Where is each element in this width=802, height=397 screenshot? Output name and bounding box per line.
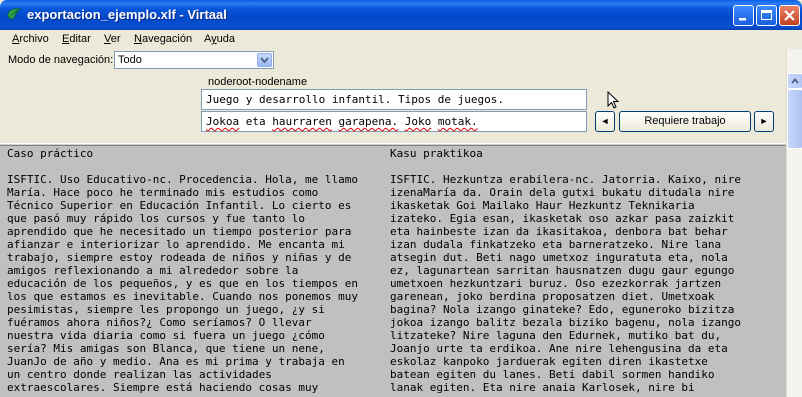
source-text-box[interactable]: Juego y desarrollo infantil. Tipos de ju… [201, 89, 587, 110]
minimize-button[interactable] [733, 5, 754, 26]
menu-navegacion[interactable]: Navegación [134, 33, 192, 45]
text-line: educación de los pequeños, y es que en l… [7, 277, 358, 290]
text-line: pesimistas, siempre les propongo un jueg… [7, 303, 325, 316]
menu-ver-rest: er [110, 33, 121, 45]
text-line: eskolaz kanpoko jarduerak egiten diren i… [390, 355, 708, 368]
text-line: ez, lagunartean sarritan hausnatzen dugu… [390, 264, 735, 277]
text-line: un centro donde realizan las actividades [7, 368, 272, 381]
target-text: Jokoa eta haurraren garapena. Joko motak… [206, 115, 478, 128]
menu-bar: Archivo Editar Ver Navegación Ayuda [0, 30, 802, 49]
text-line: eta hainbeste izan da ikasitakoa, denbor… [390, 225, 728, 238]
maximize-icon [761, 10, 772, 20]
text-line: izateko. Egia esan, ikasketak oso azkar … [390, 212, 735, 225]
text-line: batean egiten du lanes. Beti dabil sorme… [390, 368, 715, 381]
virtaal-app-icon[interactable] [6, 6, 22, 22]
menu-editar-rest: ditar [69, 33, 91, 45]
target-word: Jokoa [206, 115, 240, 128]
target-column: Kasu praktikoa ISFTIC. Hezkuntza erabile… [390, 146, 741, 394]
navigation-mode-label: Modo de navegación: [8, 54, 114, 66]
source-column: Caso práctico ISFTIC. Uso Educativo-nc. … [7, 146, 358, 394]
text-line: jokoa izango balitz bezala biziko bagenu… [390, 316, 741, 329]
menu-archivo[interactable]: Archivo [12, 33, 49, 45]
text-line: umetxoen hezkuntzari buruz. Oso ezezkorr… [390, 277, 722, 290]
minimize-icon [739, 18, 746, 21]
target-word: eta [245, 115, 266, 128]
requires-work-label: Requiere trabajo [644, 115, 726, 127]
source-header: Caso práctico [7, 147, 94, 160]
window-title: exportacion_ejemplo.xlf - Virtaal [27, 7, 227, 22]
text-line: ikasketak Goi Mailako Haur Hezkuntz Tekn… [390, 199, 695, 212]
text-line: que pasó muy rápido los cursos y fue tan… [7, 212, 306, 225]
text-line: lanak egiten. Eta nire anaia Karlosek, n… [390, 381, 695, 394]
text-line: izan dudala finkatzeko eta barneratzeko.… [390, 238, 722, 251]
text-line: nuestra vida diaria como si fuera un jue… [7, 329, 325, 342]
menu-ayuda-rest: uda [216, 33, 235, 45]
menu-editar[interactable]: Editar [62, 33, 91, 45]
chevron-up-icon [791, 78, 799, 84]
menu-archivo-rest: rchivo [19, 33, 49, 45]
menu-ayuda[interactable]: Ayuda [204, 33, 235, 45]
text-line: fuéramos ahora niños?¿ Como seríamos? O … [7, 316, 312, 329]
navigation-mode-select[interactable]: Todo [114, 51, 274, 69]
close-icon [784, 10, 795, 21]
text-line: aprendido que he necesitado un tiempo po… [7, 225, 352, 238]
text-line: garenean, joko berdina proposatzen diet.… [390, 290, 715, 303]
scroll-up-button[interactable] [787, 73, 802, 89]
target-text-input[interactable]: Jokoa eta haurraren garapena. Joko motak… [201, 111, 587, 132]
menu-ver[interactable]: Ver [104, 33, 121, 45]
text-line: María. Hace poco he terminado mis estudi… [7, 186, 319, 199]
target-word: Joko [404, 115, 432, 128]
text-line: afianzar e interiorizar lo aprendido. Me… [7, 238, 345, 251]
menu-navegacion-rest: avegación [141, 33, 193, 45]
text-line: izenaMaría da. Orain dela gutxi bukatu d… [390, 186, 735, 199]
mouse-pointer-icon [607, 91, 620, 109]
text-line: litzateke? Nire laguna den Edurnek, muti… [390, 329, 722, 342]
text-line: los que estamos es inevitable. Cuando no… [7, 290, 358, 303]
previous-arrow-icon: ◄ [600, 116, 610, 126]
text-line: ISFTIC. Uso Educativo-nc. Procedencia. H… [7, 173, 358, 186]
next-arrow-icon: ► [759, 116, 769, 126]
requires-work-button[interactable]: Requiere trabajo [619, 111, 751, 132]
target-word: motak. [437, 115, 478, 128]
maximize-button[interactable] [756, 5, 777, 26]
chevron-down-icon [260, 57, 269, 64]
text-line: JuanJo de año y medio. Ana es mi prima y… [7, 355, 345, 368]
text-line: sería? Mis amigas son Blanca, que tiene … [7, 342, 325, 355]
text-line: bagina? Nola izango ginateke? Edo, egune… [390, 303, 735, 316]
unit-editor-pane: noderoot-nodename Juego y desarrollo inf… [0, 73, 786, 143]
unit-context-label: noderoot-nodename [208, 76, 308, 88]
text-line: Joanjo urte ta erdikoa. Ane nire lehengu… [390, 342, 728, 355]
next-button[interactable]: ► [754, 111, 774, 132]
text-line: Técnico Superior en Educación Infantil. … [7, 199, 352, 212]
text-line: trabajo, siempre estoy rodeada de niños … [7, 251, 352, 264]
close-button[interactable] [779, 5, 800, 26]
text-line: atsegin dut. Beti nago umetxoz inguratut… [390, 251, 728, 264]
title-bar[interactable]: exportacion_ejemplo.xlf - Virtaal [0, 0, 802, 30]
scroll-thumb[interactable] [787, 89, 802, 149]
target-word: garapena. [338, 115, 399, 128]
text-line: extraescolares. Siempre está haciendo co… [7, 381, 319, 394]
previous-button[interactable]: ◄ [595, 111, 615, 132]
navigation-mode-value: Todo [118, 54, 142, 66]
dropdown-arrow-button[interactable] [257, 53, 272, 67]
navigation-mode-row: Modo de navegación: Todo [0, 49, 802, 73]
source-text: Juego y desarrollo infantil. Tipos de ju… [206, 93, 505, 106]
text-line: amigos reflexionando a mi alrededor sobr… [7, 264, 299, 277]
text-line: ISFTIC. Hezkuntza erabilera-nc. Jatorria… [390, 173, 741, 186]
document-view-pane: Caso práctico ISFTIC. Uso Educativo-nc. … [0, 146, 786, 397]
target-header: Kasu praktikoa [390, 147, 483, 160]
target-word: haurraren [272, 115, 332, 128]
vertical-scrollbar[interactable] [786, 49, 802, 397]
